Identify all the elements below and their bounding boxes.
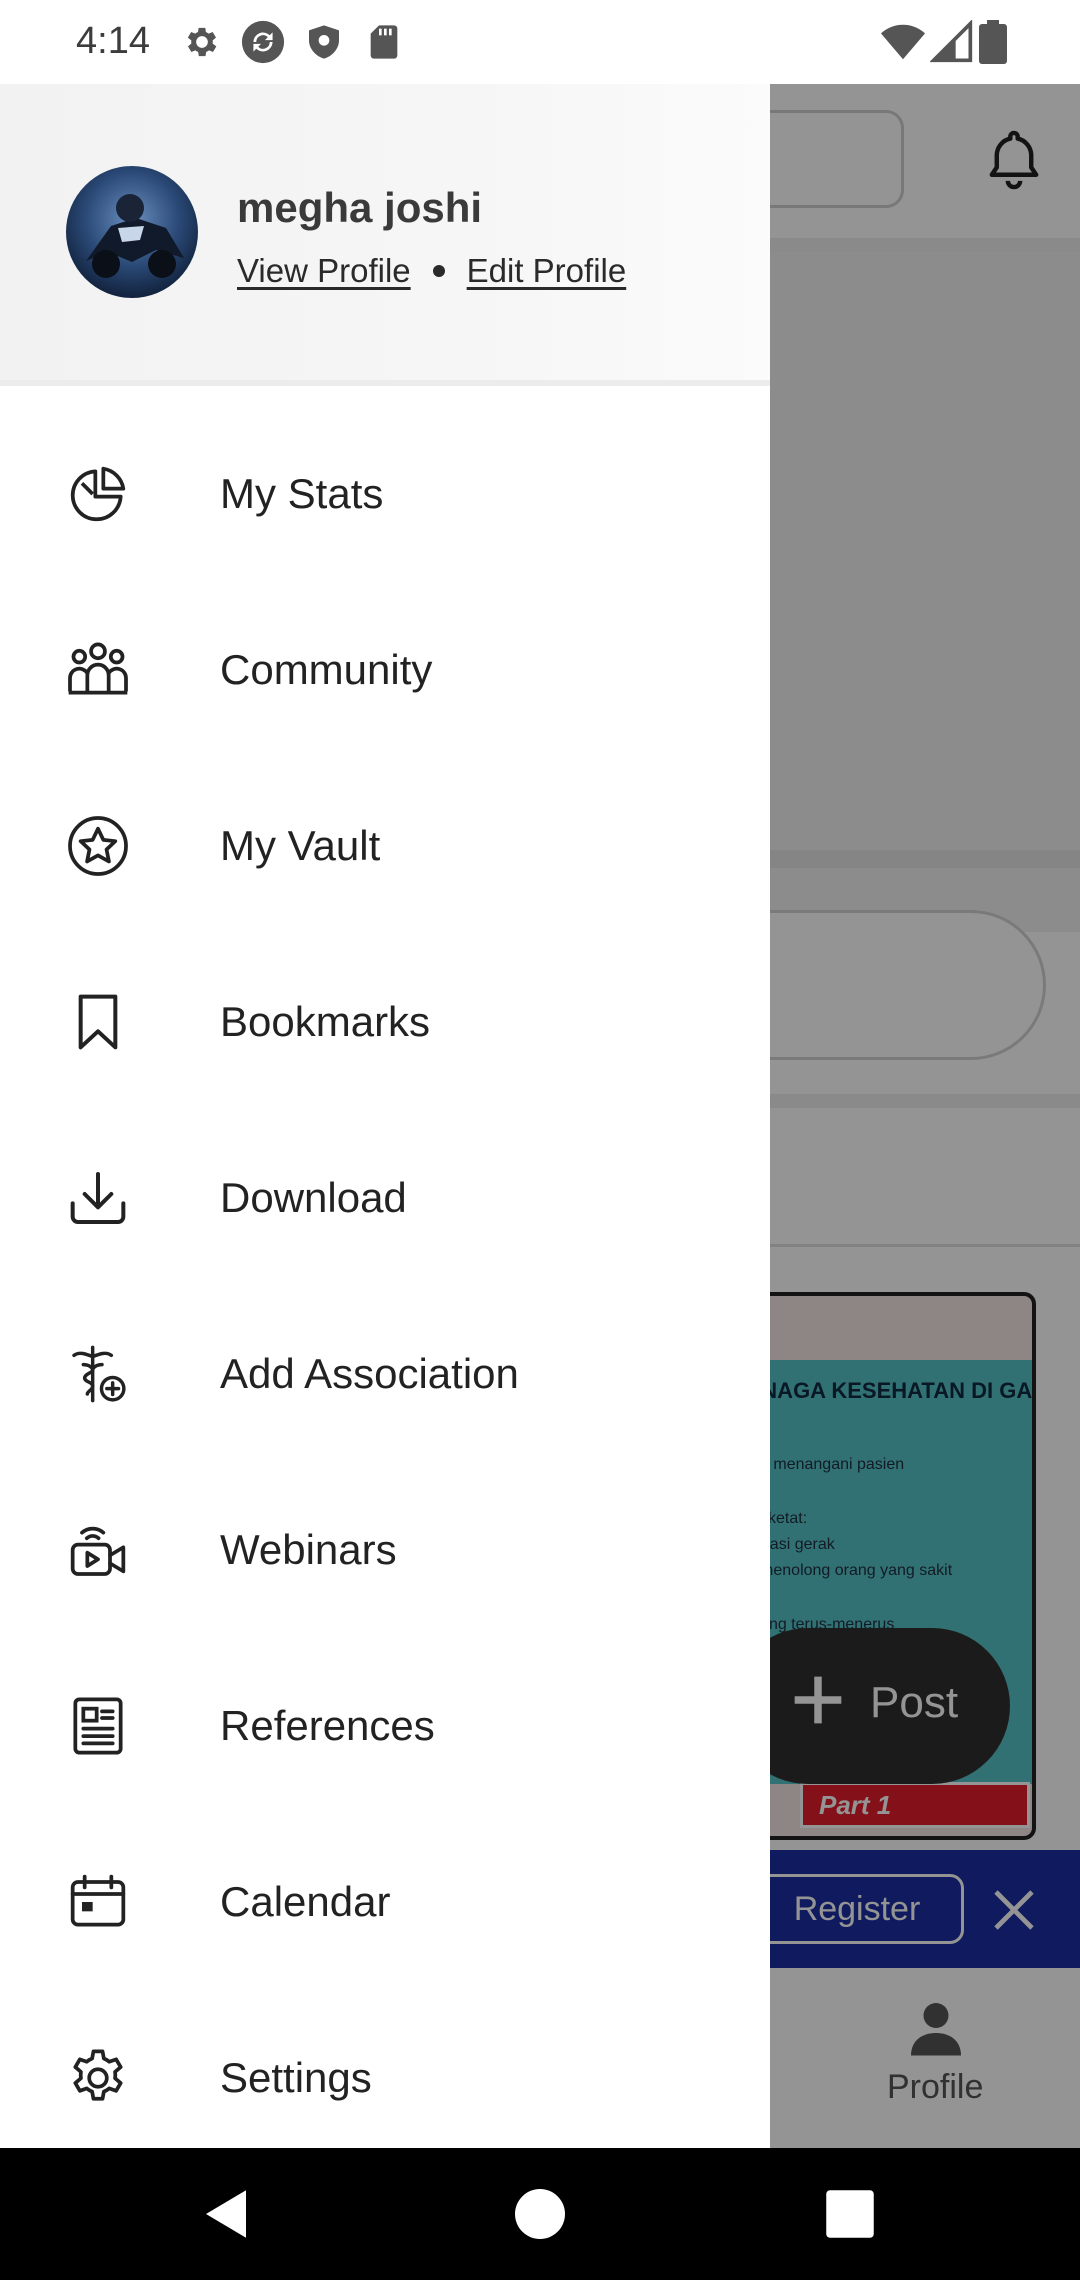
- menu-item-my-vault[interactable]: My Vault: [0, 758, 770, 934]
- stats-pie-icon: [70, 466, 126, 522]
- avatar[interactable]: [66, 166, 198, 298]
- settings-icon: [73, 2049, 123, 2101]
- view-profile-link[interactable]: View Profile: [237, 252, 411, 290]
- caduceus-add-icon: [72, 1345, 126, 1403]
- settings-icon: [187, 27, 217, 57]
- navigation-drawer: megha joshi View Profile Edit Profile My…: [0, 84, 770, 2148]
- status-bar: 4:14: [0, 0, 1080, 84]
- menu-item-calendar[interactable]: Calendar: [0, 1814, 770, 1990]
- status-time: 4:14: [76, 20, 150, 62]
- star-circle-icon: [68, 816, 128, 876]
- menu-item-label: Add Association: [220, 1350, 519, 1397]
- menu-item-label: References: [220, 1702, 435, 1749]
- edit-profile-link[interactable]: Edit Profile: [467, 252, 627, 290]
- menu-item-references[interactable]: References: [0, 1638, 770, 1814]
- calendar-icon: [70, 1874, 126, 1927]
- menu-item-label: Bookmarks: [220, 998, 431, 1045]
- drawer-divider: [0, 380, 770, 386]
- download-icon: [70, 1172, 126, 1224]
- community-icon: [68, 642, 128, 695]
- menu-item-community[interactable]: Community: [0, 582, 770, 758]
- battery-icon: [979, 20, 1007, 64]
- home-icon[interactable]: [510, 2184, 570, 2244]
- profile-links: View Profile Edit Profile: [237, 252, 626, 290]
- system-navigation-bar: [0, 2148, 1080, 2280]
- shield-icon: [309, 25, 339, 59]
- menu-item-label: Webinars: [220, 1526, 397, 1573]
- document-icon: [73, 1697, 123, 1755]
- signal-icon: [930, 20, 973, 63]
- menu-item-settings[interactable]: Settings: [0, 1990, 770, 2166]
- menu-item-bookmarks[interactable]: Bookmarks: [0, 934, 770, 1110]
- menu-item-label: Calendar: [220, 1878, 391, 1925]
- drawer-menu: My Stats Community My Vault Bookmarks Do…: [0, 406, 770, 2166]
- menu-item-label: Settings: [220, 2054, 372, 2101]
- bookmark-icon: [78, 994, 118, 1050]
- user-name: megha joshi: [237, 184, 483, 231]
- menu-item-label: My Stats: [220, 470, 384, 517]
- menu-item-webinars[interactable]: Webinars: [0, 1462, 770, 1638]
- sync-icon: [241, 20, 285, 64]
- separator-dot: [432, 265, 445, 277]
- sd-card-icon: [370, 25, 398, 59]
- menu-item-download[interactable]: Download: [0, 1110, 770, 1286]
- recents-icon[interactable]: [820, 2184, 880, 2244]
- menu-item-add-association[interactable]: Add Association: [0, 1286, 770, 1462]
- back-icon[interactable]: [196, 2184, 256, 2244]
- webinar-icon: [70, 1526, 126, 1576]
- avatar-motorcycle-image: [86, 194, 184, 278]
- menu-item-label: Download: [220, 1174, 407, 1221]
- menu-item-label: Community: [220, 646, 433, 693]
- menu-item-label: My Vault: [220, 822, 381, 869]
- menu-item-my-stats[interactable]: My Stats: [0, 406, 770, 582]
- wifi-icon: [880, 24, 926, 60]
- drawer-header: megha joshi View Profile Edit Profile: [0, 84, 770, 384]
